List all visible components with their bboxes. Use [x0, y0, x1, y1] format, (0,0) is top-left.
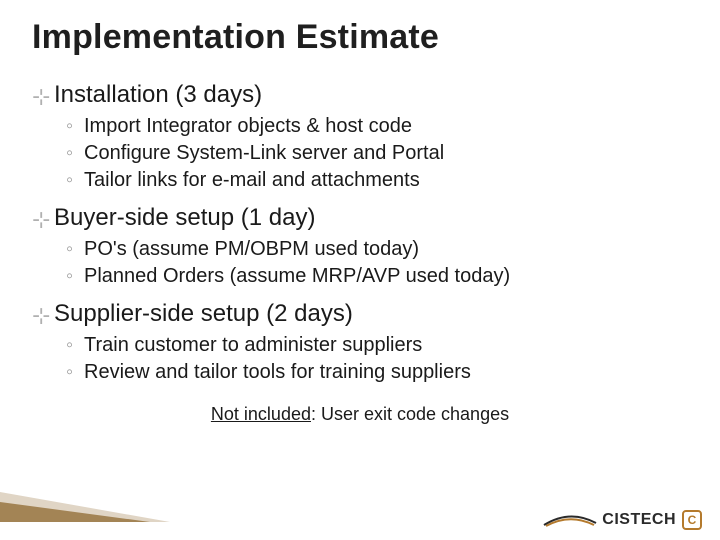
sub-list: ◦Train customer to administer suppliers … — [66, 332, 688, 386]
ring-icon: ◦ — [66, 236, 78, 263]
bullet-icon: ⊹ — [32, 86, 46, 108]
list-item: ◦Review and tailor tools for training su… — [66, 359, 688, 386]
item-text: Configure System-Link server and Portal — [84, 140, 444, 167]
slide: Implementation Estimate ⊹ Installation (… — [0, 0, 720, 540]
wedge-decoration-icon — [0, 452, 170, 522]
ring-icon: ◦ — [66, 263, 78, 290]
logo-swoosh-icon — [542, 513, 598, 527]
item-text: Tailor links for e-mail and attachments — [84, 167, 420, 194]
logo: CISTECH C — [542, 510, 702, 530]
section-heading: Buyer-side setup (1 day) — [54, 204, 315, 232]
list-item: ◦Configure System-Link server and Portal — [66, 140, 688, 167]
list-item: ◦Train customer to administer suppliers — [66, 332, 688, 359]
sub-list: ◦Import Integrator objects & host code ◦… — [66, 113, 688, 194]
logo-text: CISTECH — [602, 511, 676, 529]
item-text: PO's (assume PM/OBPM used today) — [84, 236, 419, 263]
section-heading: Installation (3 days) — [54, 81, 262, 109]
page-title: Implementation Estimate — [32, 18, 688, 57]
ring-icon: ◦ — [66, 113, 78, 140]
list-item: ◦Import Integrator objects & host code — [66, 113, 688, 140]
ring-icon: ◦ — [66, 359, 78, 386]
ring-icon: ◦ — [66, 140, 78, 167]
footnote: Not included: User exit code changes — [32, 404, 688, 425]
section-row: ⊹ Installation (3 days) — [32, 81, 688, 109]
item-text: Import Integrator objects & host code — [84, 113, 412, 140]
list-item: ◦Planned Orders (assume MRP/AVP used tod… — [66, 263, 688, 290]
section-row: ⊹ Supplier-side setup (2 days) — [32, 300, 688, 328]
item-text: Review and tailor tools for training sup… — [84, 359, 471, 386]
list-item: ◦Tailor links for e-mail and attachments — [66, 167, 688, 194]
bullet-icon: ⊹ — [32, 209, 46, 231]
ring-icon: ◦ — [66, 167, 78, 194]
footnote-label: Not included — [211, 404, 311, 424]
bullet-icon: ⊹ — [32, 305, 46, 327]
item-text: Planned Orders (assume MRP/AVP used toda… — [84, 263, 510, 290]
footnote-text: : User exit code changes — [311, 404, 509, 424]
sub-list: ◦PO's (assume PM/OBPM used today) ◦Plann… — [66, 236, 688, 290]
list-item: ◦PO's (assume PM/OBPM used today) — [66, 236, 688, 263]
logo-mark-icon: C — [682, 510, 702, 530]
item-text: Train customer to administer suppliers — [84, 332, 422, 359]
ring-icon: ◦ — [66, 332, 78, 359]
section-heading: Supplier-side setup (2 days) — [54, 300, 353, 328]
section-row: ⊹ Buyer-side setup (1 day) — [32, 204, 688, 232]
